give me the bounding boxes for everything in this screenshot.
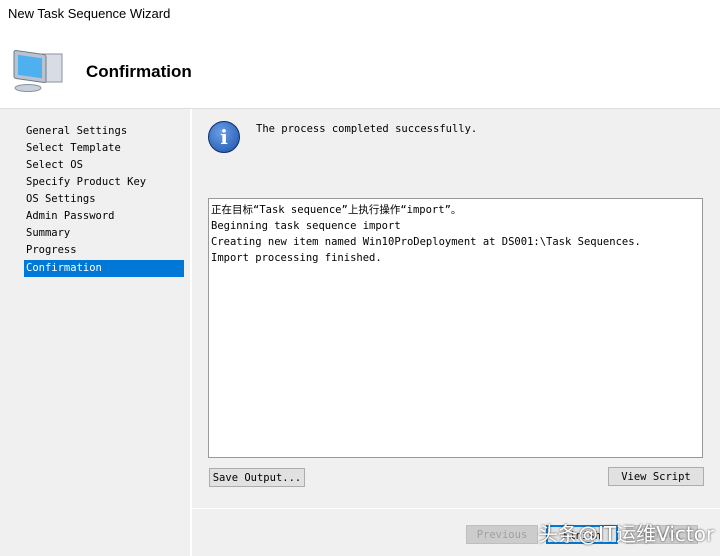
log-line: 正在目标“Task sequence”上执行操作“import”。 bbox=[211, 204, 462, 216]
log-line: Import processing finished. bbox=[211, 252, 382, 264]
title-bar: New Task Sequence Wizard bbox=[0, 0, 720, 30]
wizard-header: Confirmation bbox=[0, 30, 720, 109]
nav-item-general-settings[interactable]: General Settings bbox=[24, 123, 184, 140]
nav-item-summary[interactable]: Summary bbox=[24, 225, 184, 242]
info-icon: i bbox=[208, 121, 240, 153]
nav-item-select-template[interactable]: Select Template bbox=[24, 140, 184, 157]
divider bbox=[192, 508, 720, 509]
log-line: Beginning task sequence import bbox=[211, 220, 401, 232]
nav-item-os-settings[interactable]: OS Settings bbox=[24, 191, 184, 208]
window-title: New Task Sequence Wizard bbox=[8, 6, 171, 21]
nav-item-admin-password[interactable]: Admin Password bbox=[24, 208, 184, 225]
nav-item-confirmation[interactable]: Confirmation bbox=[24, 260, 184, 277]
previous-button[interactable]: Previous bbox=[466, 525, 538, 544]
nav-item-product-key[interactable]: Specify Product Key bbox=[24, 174, 184, 191]
nav-item-select-os[interactable]: Select OS bbox=[24, 157, 184, 174]
view-script-button[interactable]: View Script bbox=[608, 467, 704, 486]
log-line: Creating new item named Win10ProDeployme… bbox=[211, 236, 641, 248]
computer-icon bbox=[13, 50, 63, 92]
output-log[interactable]: 正在目标“Task sequence”上执行操作“import”。 Beginni… bbox=[208, 198, 703, 458]
page-title: Confirmation bbox=[86, 62, 192, 81]
status-message: The process completed successfully. bbox=[256, 123, 478, 135]
watermark: 头条@IT运维Victor bbox=[538, 522, 715, 546]
save-output-button[interactable]: Save Output... bbox=[209, 468, 305, 487]
nav-item-progress[interactable]: Progress bbox=[24, 242, 184, 259]
wizard-steps-nav: General Settings Select Template Select … bbox=[0, 109, 192, 556]
